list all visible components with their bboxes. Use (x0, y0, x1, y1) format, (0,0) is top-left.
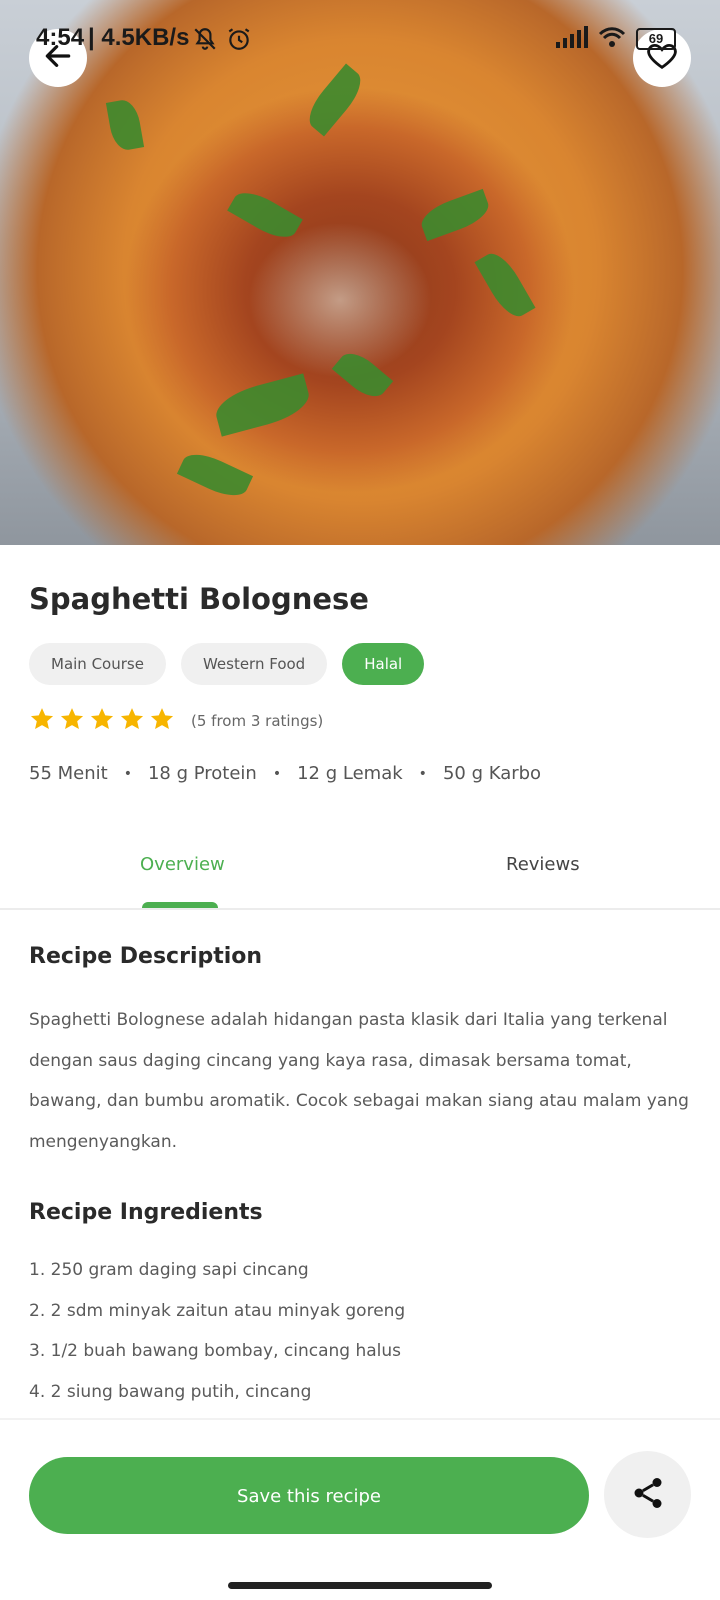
separator-dot: • (418, 765, 427, 782)
notifications-muted-icon (192, 26, 218, 56)
signal-icon (556, 26, 588, 52)
star-icon (29, 706, 55, 736)
ingredients-heading: Recipe Ingredients (29, 1200, 263, 1225)
ingredients-list: 1. 250 gram daging sapi cincang 2. 2 sdm… (29, 1250, 405, 1412)
star-icon (149, 706, 175, 736)
meta-carbs: 50 g Karbo (442, 763, 542, 784)
status-bar: 4:54 | 4.5KB/s 69 (0, 0, 720, 70)
home-indicator[interactable] (228, 1582, 492, 1589)
meta-fat: 12 g Lemak (297, 763, 403, 784)
divider (0, 908, 720, 910)
tab-bar: Overview Reviews (0, 830, 720, 910)
description-text: Spaghetti Bolognese adalah hidangan past… (29, 1010, 689, 1152)
description-heading: Recipe Description (29, 944, 263, 969)
recipe-meta: 55 Menit • 18 g Protein • 12 g Lemak • 5… (29, 763, 541, 784)
separator-dot: • (272, 765, 282, 782)
tag-main-course[interactable]: Main Course (29, 643, 166, 685)
list-item: 4. 2 siung bawang putih, cincang (29, 1381, 312, 1402)
star-icon (89, 706, 115, 736)
meta-duration: 55 Menit (29, 763, 108, 784)
tab-overview[interactable]: Overview (140, 854, 225, 875)
rating-text: (5 from 3 ratings) (191, 712, 324, 730)
status-time: 4:54 (36, 24, 85, 51)
star-icon (59, 706, 85, 736)
list-item: 1. 250 gram daging sapi cincang (29, 1260, 309, 1280)
battery-indicator: 69 (636, 28, 676, 50)
star-icon (119, 706, 145, 736)
recipe-hero-image (0, 0, 720, 545)
recipe-title: Spaghetti Bolognese (29, 582, 369, 616)
wifi-icon (598, 26, 626, 52)
tag-halal[interactable]: Halal (342, 643, 425, 685)
share-button[interactable] (604, 1451, 691, 1538)
separator-dot: • (123, 765, 132, 782)
recipe-tags: Main Course Western Food Halal (29, 643, 425, 685)
alarm-icon (226, 26, 252, 56)
divider (0, 1418, 720, 1420)
network-speed: | 4.5KB/s (88, 24, 190, 51)
star-rating (29, 706, 175, 736)
share-icon (630, 1475, 666, 1515)
list-item: 2. 2 sdm minyak zaitun atau minyak goren… (29, 1300, 406, 1321)
save-recipe-button[interactable]: Save this recipe (29, 1457, 589, 1534)
tag-western-food[interactable]: Western Food (180, 643, 328, 685)
rating: (5 from 3 ratings) (29, 706, 323, 736)
list-item: 3. 1/2 buah bawang bombay, cincang halus (29, 1341, 401, 1361)
tab-reviews[interactable]: Reviews (506, 854, 580, 875)
meta-protein: 18 g Protein (147, 763, 257, 784)
